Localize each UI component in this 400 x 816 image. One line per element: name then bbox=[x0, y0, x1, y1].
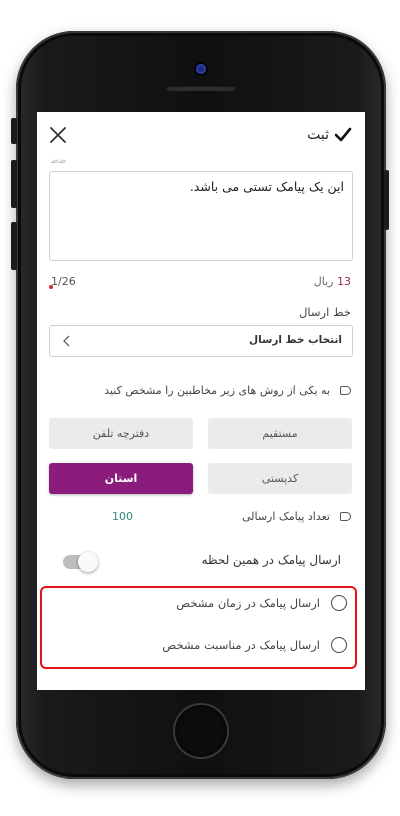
radio-specific-time-label: ارسال پیامک در زمان مشخص bbox=[176, 596, 320, 610]
cost-value: 13 bbox=[337, 275, 351, 288]
radio-specific-occasion-label: ارسال پیامک در مناسبت مشخص bbox=[162, 638, 320, 652]
sender-line-label: خط ارسال bbox=[299, 305, 351, 319]
check-icon bbox=[334, 127, 352, 142]
cost-unit: ریال bbox=[313, 275, 334, 288]
toggle-knob bbox=[78, 552, 98, 572]
send-now-label: ارسال پیامک در همین لحظه bbox=[201, 553, 341, 567]
method-postal-code-button[interactable]: کدپستی bbox=[208, 463, 352, 494]
method-province-button[interactable]: استان bbox=[49, 463, 193, 494]
scroll-hint: ﺿﺿ bbox=[51, 156, 67, 166]
home-button[interactable] bbox=[175, 705, 227, 757]
radio-specific-occasion[interactable]: ارسال پیامک در مناسبت مشخص bbox=[162, 637, 347, 653]
close-icon[interactable] bbox=[49, 126, 67, 144]
radio-unchecked-icon bbox=[331, 595, 347, 611]
chevron-left-icon bbox=[63, 335, 70, 347]
power-button bbox=[384, 170, 389, 230]
tag-icon bbox=[340, 512, 351, 521]
sms-count-row: تعداد پیامک ارسالی bbox=[242, 510, 351, 523]
message-text: این یک پیامک تستی می باشد. bbox=[189, 179, 344, 194]
recipients-instruction: به یکی از روش های زیر مخاطبین را مشخص کن… bbox=[104, 384, 330, 397]
earpiece-speaker bbox=[166, 85, 236, 91]
message-cost: 13 ریال bbox=[314, 275, 351, 288]
mute-switch bbox=[11, 118, 17, 144]
radio-specific-time[interactable]: ارسال پیامک در زمان مشخص bbox=[176, 595, 347, 611]
volume-down-button bbox=[11, 222, 17, 270]
submit-button[interactable]: ثبت bbox=[307, 124, 353, 146]
method-phonebook-button[interactable]: دفترچه تلفن bbox=[49, 418, 193, 449]
app-screen: ثبت ﺿﺿ این یک پیامک تستی می باشد. 13 ریا… bbox=[37, 112, 365, 690]
sms-count-label: تعداد پیامک ارسالی bbox=[241, 510, 330, 523]
sms-count-value: 100 bbox=[112, 510, 133, 523]
recipients-instruction-row: به یکی از روش های زیر مخاطبین را مشخص کن… bbox=[104, 384, 351, 397]
method-direct-button[interactable]: مستقیم bbox=[208, 418, 352, 449]
tag-icon bbox=[340, 386, 351, 395]
char-counter: 1/26 bbox=[51, 275, 76, 288]
message-textarea[interactable]: این یک پیامک تستی می باشد. bbox=[49, 171, 353, 261]
sender-line-select[interactable]: انتخاب خط ارسال bbox=[49, 325, 353, 357]
submit-label: ثبت bbox=[307, 127, 329, 143]
sender-line-select-value: انتخاب خط ارسال bbox=[248, 334, 342, 346]
front-camera bbox=[196, 64, 206, 74]
top-bar: ثبت bbox=[37, 112, 365, 158]
volume-up-button bbox=[11, 160, 17, 208]
limit-indicator-dot bbox=[49, 285, 53, 289]
radio-unchecked-icon bbox=[331, 637, 347, 653]
send-now-toggle[interactable] bbox=[63, 552, 98, 572]
